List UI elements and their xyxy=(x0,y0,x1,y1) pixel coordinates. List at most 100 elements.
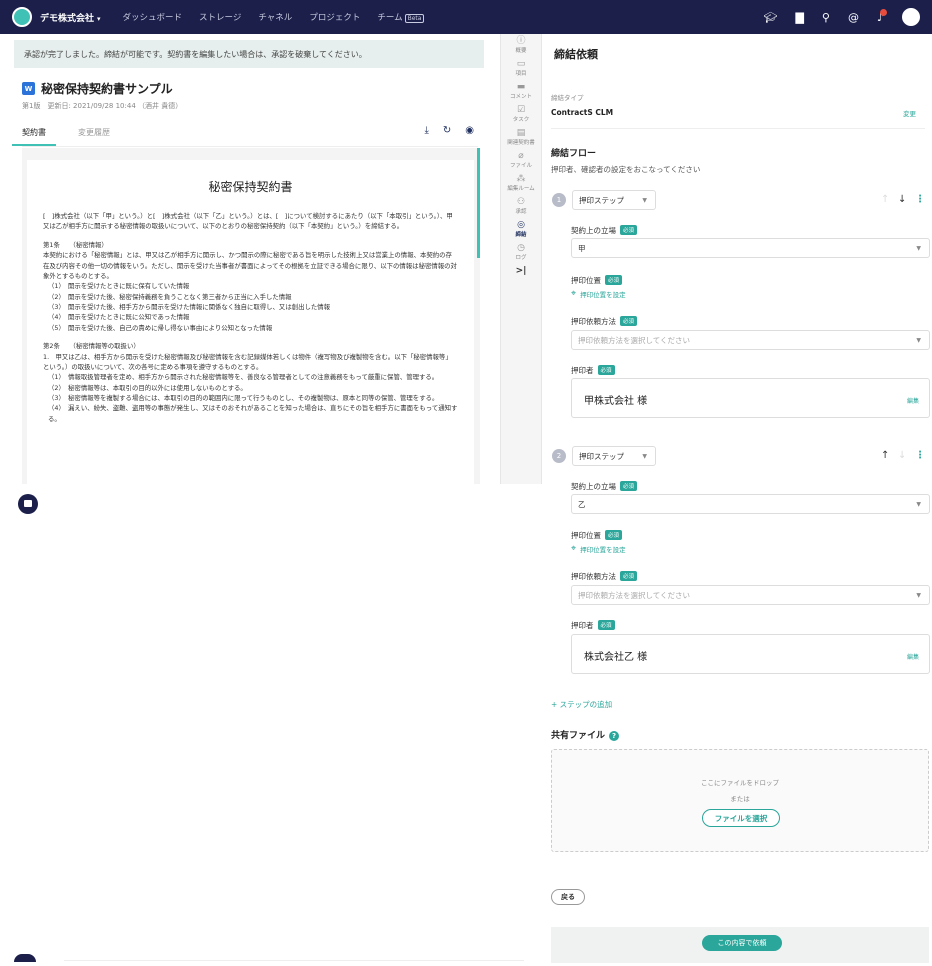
flow-subtitle: 押印者、確認者の設定をおこなってください xyxy=(551,165,701,174)
company-switcher[interactable]: デモ株式会社 ▾ xyxy=(40,11,101,24)
step-type-value: 押印ステップ xyxy=(579,195,624,205)
edit-link[interactable]: 編集 xyxy=(907,396,919,405)
more-icon[interactable]: ⋮ xyxy=(915,194,925,205)
nav-project[interactable]: プロジェクト xyxy=(309,11,360,23)
tab-history[interactable]: 変更履歴 xyxy=(78,125,110,146)
scrollbar[interactable] xyxy=(477,148,480,258)
stamp-link-text: 押印位置を設定 xyxy=(580,291,626,299)
shared-files-label: 共有ファイル xyxy=(551,731,606,741)
position-select[interactable]: 甲 ▼ xyxy=(571,238,930,258)
comments-icon[interactable]: ▇ xyxy=(795,11,803,24)
chat-icon[interactable] xyxy=(18,494,38,514)
crosshair-icon: ⌖ xyxy=(571,544,577,554)
approval-notice: 承認が完了しました。締結が可能です。契約書を編集したい場合は、承認を破棄してくだ… xyxy=(14,40,484,68)
paragraph: 1. 甲又は乙は、相手方から開示を受けた秘密情報及び秘密情報を含む記録媒体若しく… xyxy=(43,352,452,371)
back-button[interactable]: 戻る xyxy=(551,889,585,905)
sidebar-item-label: コメント xyxy=(509,94,532,100)
people-icon: ⁂ xyxy=(516,174,526,184)
add-step-link[interactable]: + ステップの追加 xyxy=(551,699,612,710)
method-select[interactable]: 押印依頼方法を選択してください ▼ xyxy=(571,585,930,605)
move-up-icon[interactable]: ↑ xyxy=(881,450,889,461)
method-select[interactable]: 押印依頼方法を選択してください ▼ xyxy=(571,330,930,350)
required-badge: 必須 xyxy=(597,365,615,375)
move-down-icon[interactable]: ↓ xyxy=(898,450,906,461)
shared-files-title: 共有ファイル? xyxy=(551,728,620,741)
folder-icon: ▭ xyxy=(516,59,526,69)
paragraph: （3） 開示を受けた後、相手方から開示を受けた情報に関係なく独自に取得し、又は創… xyxy=(48,303,331,311)
caret-down-icon: ▾ xyxy=(97,14,101,23)
paragraph: （4） 漏えい、紛失、盗難、盗用等の事態が発生し、又はそのおそれがあることを知っ… xyxy=(48,404,458,423)
position-select[interactable]: 乙 ▼ xyxy=(571,494,930,514)
sidebar-item-comments[interactable]: ▬ コメント xyxy=(501,82,541,105)
sidebar-item-overview[interactable]: ⓘ 概要 xyxy=(501,36,541,59)
search-icon[interactable]: ⚲ xyxy=(822,11,830,24)
move-up-icon[interactable]: ↑ xyxy=(881,194,889,205)
step-type-select[interactable]: 押印ステップ ▼ xyxy=(572,446,656,466)
document-icon: ▤ xyxy=(516,128,526,138)
refresh-icon[interactable]: ↻ xyxy=(443,125,451,136)
chat-icon xyxy=(14,954,36,962)
signing-type-value: ContractS CLM xyxy=(551,108,614,117)
required-badge: 必須 xyxy=(620,571,638,581)
method-label-text: 押印依頼方法 xyxy=(571,317,616,326)
clock-icon: ◷ xyxy=(517,243,525,253)
eye-icon[interactable]: ◉ xyxy=(465,125,474,136)
sidebar-item-approval[interactable]: ⚇ 承認 xyxy=(501,197,541,220)
sidebar-collapse[interactable]: >| xyxy=(501,266,541,289)
file-dropzone[interactable]: ここにファイルをドロップ または ファイルを選択 xyxy=(551,749,929,852)
nav-team-label: チーム xyxy=(377,13,403,23)
at-icon[interactable]: @ xyxy=(848,11,859,24)
nav-team[interactable]: チーム Beta xyxy=(377,11,425,23)
step-number: 1 xyxy=(552,193,566,207)
chevron-down-icon: ▼ xyxy=(916,500,921,508)
notification-bell-icon[interactable]: ♪ xyxy=(877,8,888,24)
sidebar-item-files[interactable]: ⌀ ファイル xyxy=(501,151,541,174)
nav-storage[interactable]: ストレージ xyxy=(199,11,241,23)
required-badge: 必須 xyxy=(620,225,638,235)
paragraph: 本契約における「秘密情報」とは、甲又は乙が相手方に開示し、かつ開示の際に秘密であ… xyxy=(43,251,457,280)
change-link[interactable]: 変更 xyxy=(903,108,916,118)
side-icon-bar: ⓘ 概要 ▭ 項目 ▬ コメント ☑ タスク ▤ 関連契約書 ⌀ ファイル ⁂ 編集ルーム ⚇… xyxy=(500,34,542,484)
info-icon: ⓘ xyxy=(516,36,526,46)
position-label: 契約上の立場 必須 xyxy=(571,225,638,236)
nav-channel[interactable]: チャネル xyxy=(258,11,292,23)
sidebar-item-edit-room[interactable]: ⁂ 編集ルーム xyxy=(501,174,541,197)
sidebar-item-label: 承認 xyxy=(515,209,527,215)
logo-icon[interactable] xyxy=(12,7,32,27)
required-badge: 必須 xyxy=(620,316,638,326)
sidebar-item-tasks[interactable]: ☑ タスク xyxy=(501,105,541,128)
set-stamp-position-link[interactable]: ⌖ 押印位置を設定 xyxy=(571,289,626,299)
nav-dashboard[interactable]: ダッシュボード xyxy=(123,11,183,23)
paragraph: （2） 開示を受けた後、秘密保持義務を負うことなく第三者から正当に入手した情報 xyxy=(48,292,292,301)
sidebar-item-fields[interactable]: ▭ 項目 xyxy=(501,59,541,82)
choose-file-button[interactable]: ファイルを選択 xyxy=(702,809,780,827)
edit-link[interactable]: 編集 xyxy=(907,652,919,661)
user-avatar-icon[interactable] xyxy=(902,8,920,26)
document-title: 秘密保持契約書サンプル xyxy=(41,82,173,96)
sidebar-item-signing[interactable]: ◎ 締結 xyxy=(501,220,541,243)
signer-name: 甲株式会社 様 xyxy=(584,396,648,407)
sidebar-item-related[interactable]: ▤ 関連契約書 xyxy=(501,128,541,151)
set-stamp-position-link[interactable]: ⌖ 押印位置を設定 xyxy=(571,544,626,554)
step-type-select[interactable]: 押印ステップ ▼ xyxy=(572,190,656,210)
stamp-label-text: 押印位置 xyxy=(571,276,601,285)
graduation-cap-icon[interactable]: 🎓︎ xyxy=(763,11,777,24)
download-icon[interactable]: ⤓ xyxy=(424,125,428,136)
sidebar-item-log[interactable]: ◷ ログ xyxy=(501,243,541,266)
move-down-icon[interactable]: ↓ xyxy=(898,194,906,205)
help-icon[interactable]: ? xyxy=(609,731,620,741)
more-icon[interactable]: ⋮ xyxy=(915,450,925,461)
position-label-text: 契約上の立場 xyxy=(571,482,616,491)
task-icon: ☑ xyxy=(516,105,526,115)
signing-type-label: 締結タイプ xyxy=(551,94,584,102)
submit-request-button[interactable]: この内容で依頼 xyxy=(702,935,782,951)
tab-contract[interactable]: 契約書 xyxy=(12,125,56,146)
stamp-position-label: 押印位置 必須 xyxy=(571,275,623,286)
divider xyxy=(551,128,925,129)
sidebar-item-label: 概要 xyxy=(515,48,527,54)
paragraph: （5） 開示を受けた後、自己の責めに帰し得ない事由により公知となった情報 xyxy=(48,323,273,332)
sidebar-item-label: 締結 xyxy=(515,232,527,238)
paragraph: [ ]株式会社（以下「甲」という。）と[ ]株式会社（以下「乙」という。）とは、… xyxy=(43,212,453,231)
signing-panel: 締結依頼 締結タイプ ContractS CLM 変更 締結フロー 押印者、確認… xyxy=(543,34,932,966)
collapse-icon: >| xyxy=(515,266,527,276)
